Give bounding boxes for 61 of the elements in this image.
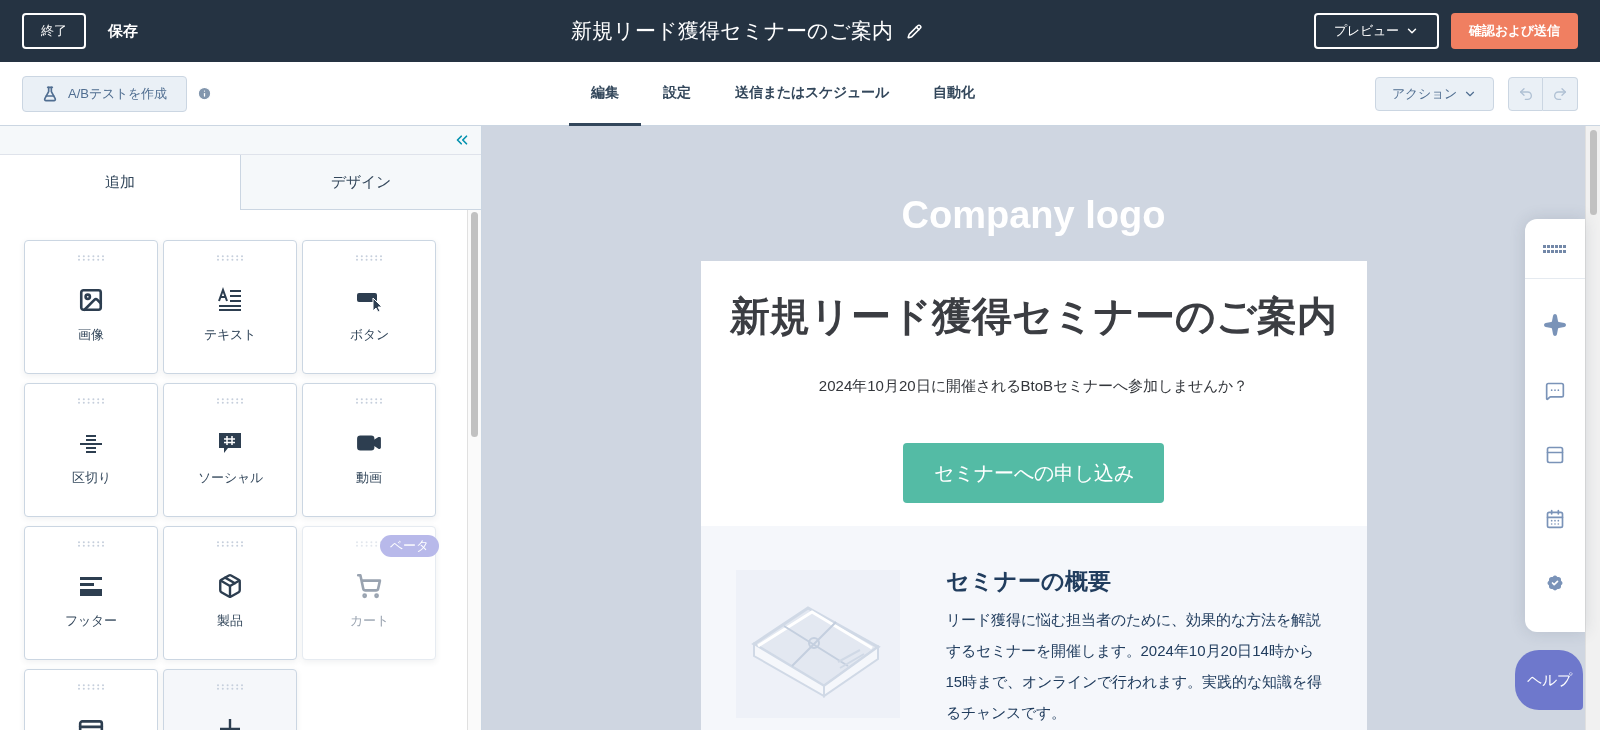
module-card[interactable]: 製品 xyxy=(163,526,297,660)
comment-icon[interactable] xyxy=(1545,381,1565,401)
scrollbar-thumb[interactable] xyxy=(471,212,478,437)
module-label: ソーシャル xyxy=(197,469,263,487)
undo-button[interactable] xyxy=(1508,76,1543,111)
editor-tab[interactable]: 設定 xyxy=(641,62,713,126)
module-card[interactable]: 画像 xyxy=(24,240,158,374)
module-card[interactable]: ソーシャル xyxy=(163,383,297,517)
module-label: 製品 xyxy=(217,612,243,630)
box-icon xyxy=(217,573,243,599)
ab-test-button[interactable]: A/Bテストを作成 xyxy=(22,75,187,112)
panel-tab[interactable]: デザイン xyxy=(240,155,481,210)
cart-icon xyxy=(356,573,382,599)
module-label: 画像 xyxy=(78,326,104,344)
drag-handle-icon[interactable] xyxy=(216,398,244,404)
drag-handle-icon[interactable] xyxy=(216,255,244,261)
drag-handle-icon[interactable] xyxy=(77,255,105,261)
edit-icon[interactable] xyxy=(906,23,922,39)
module-card[interactable]: ボタン xyxy=(302,240,436,374)
drag-handle-icon[interactable] xyxy=(77,541,105,547)
module-label: 区切り xyxy=(71,469,111,487)
redo-button[interactable] xyxy=(1543,76,1578,111)
email-subtitle: 2024年10月20日に開催されるBtoBセミナーへ参加しませんか？ xyxy=(818,376,1249,396)
module-card[interactable]: 区切り xyxy=(24,383,158,517)
drag-handle-icon[interactable] xyxy=(216,684,244,690)
module-card[interactable]: 動画 xyxy=(302,383,436,517)
exit-button[interactable]: 終了 xyxy=(22,13,86,49)
drag-handle-icon[interactable] xyxy=(77,684,105,690)
image-icon xyxy=(78,287,104,313)
module-label: テキスト xyxy=(204,326,256,344)
scrollbar-thumb[interactable] xyxy=(1589,130,1597,215)
grid-dots-icon[interactable] xyxy=(1543,244,1567,253)
drag-handle-icon[interactable] xyxy=(355,398,383,404)
undo-icon xyxy=(1517,85,1534,102)
template-icon[interactable] xyxy=(1545,445,1565,465)
save-link[interactable]: 保存 xyxy=(108,19,138,43)
text-icon xyxy=(217,287,243,313)
module-label: カート xyxy=(349,612,389,630)
section-paragraph: リード獲得に悩む担当者のために、効果的な方法を解説するセミナーを開催します。2024年10月20日14時から15時まで、オンラインで行われます。実践的な知識を得るチャンスです。 xyxy=(945,610,1324,723)
email-title: 新規リード獲得セミナーのご案内 xyxy=(570,18,893,45)
email-heading: 新規リード獲得セミナーのご案内 xyxy=(730,293,1337,341)
help-button[interactable]: ヘルプ xyxy=(1515,650,1583,710)
flask-icon xyxy=(42,85,58,102)
module-label: 動画 xyxy=(356,469,382,487)
drag-handle-icon[interactable] xyxy=(77,398,105,404)
redo-icon xyxy=(1552,85,1568,102)
editor-tab[interactable]: 送信またはスケジュール xyxy=(713,62,911,126)
preview-button[interactable]: プレビュー xyxy=(1314,13,1439,49)
sparkle-icon[interactable] xyxy=(1543,313,1567,337)
module-card[interactable]: テキスト xyxy=(163,240,297,374)
drag-handle-icon[interactable] xyxy=(216,541,244,547)
drag-handle-icon[interactable] xyxy=(355,255,383,261)
info-icon[interactable] xyxy=(197,86,212,101)
section-heading: セミナーの概要 xyxy=(945,566,1112,596)
module-label: ボタン xyxy=(349,326,389,344)
editor-tab[interactable]: 自動化 xyxy=(911,62,997,126)
actions-button[interactable]: アクション xyxy=(1375,76,1494,111)
badge-check-icon[interactable] xyxy=(1545,573,1565,593)
module-label: フッター xyxy=(65,612,117,630)
module-card[interactable]: フッター xyxy=(24,526,158,660)
calendar-icon[interactable] xyxy=(1545,509,1565,529)
